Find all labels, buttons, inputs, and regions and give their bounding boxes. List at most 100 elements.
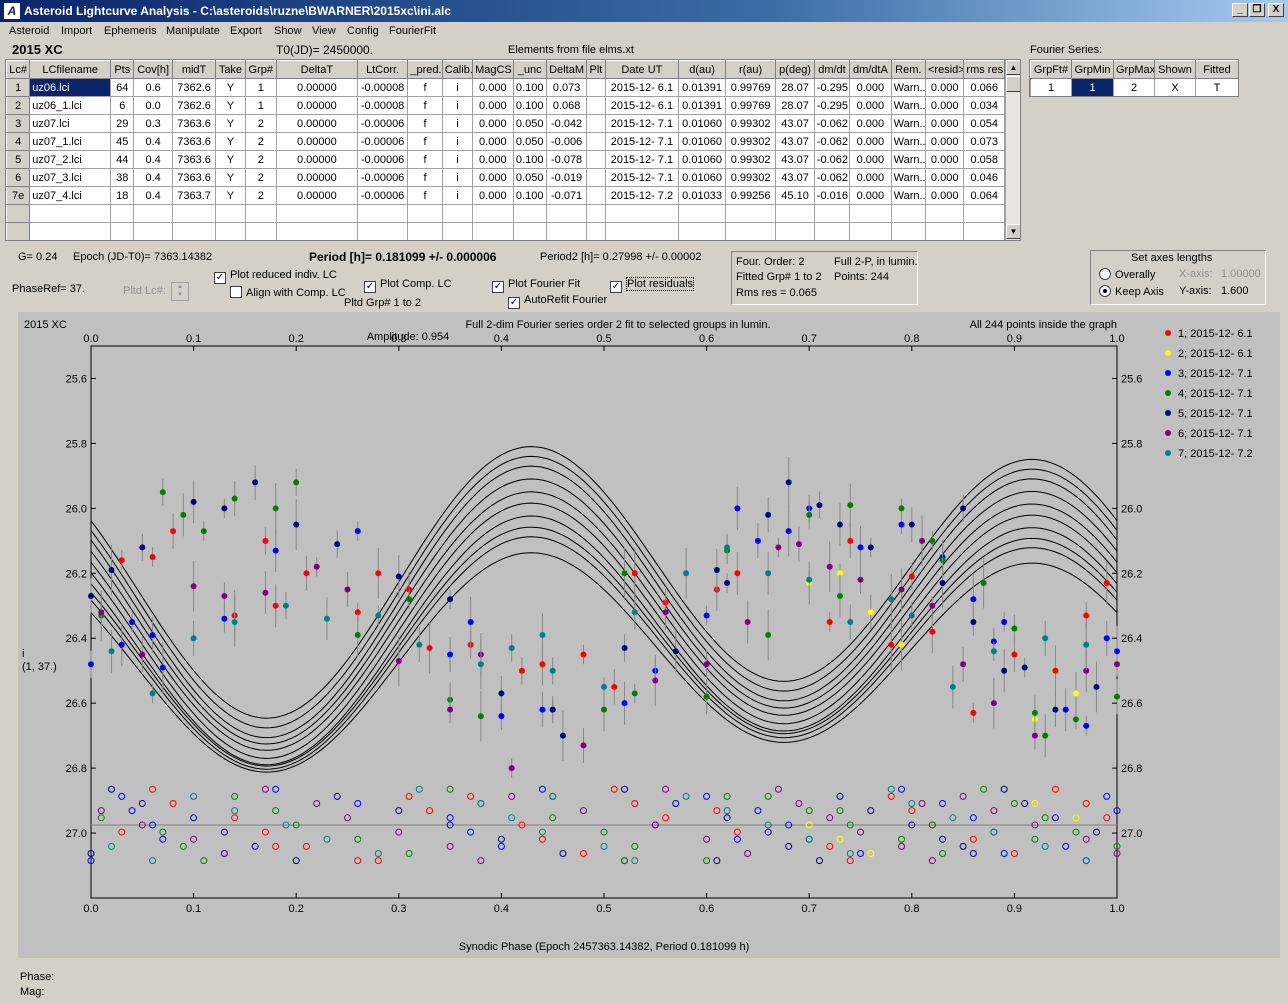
lc-cell[interactable] <box>215 222 246 240</box>
lc-cell[interactable]: 43.07 <box>775 132 815 151</box>
lc-cell[interactable] <box>29 222 112 240</box>
lc-cell[interactable]: 0.01060 <box>678 168 726 187</box>
lc-cell[interactable]: 64 <box>110 78 135 97</box>
lc-cell[interactable]: 0.100 <box>512 78 547 97</box>
menu-show[interactable]: Show <box>274 25 302 37</box>
lc-cell[interactable]: Warn.. <box>890 132 926 151</box>
fourier-cell[interactable]: X <box>1154 78 1196 96</box>
lc-cell[interactable]: 0.000 <box>472 114 514 133</box>
lc-col-header[interactable]: Plt <box>586 60 606 79</box>
lc-cell[interactable]: 7363.6 <box>171 168 217 187</box>
lc-cell[interactable]: Warn.. <box>890 114 926 133</box>
lc-cell[interactable]: 0.99302 <box>724 150 777 169</box>
lc-col-header[interactable]: dm/dt <box>813 60 851 79</box>
lc-cell[interactable] <box>586 132 606 151</box>
lc-cell[interactable]: i <box>441 78 474 97</box>
lc-cell[interactable]: 18 <box>110 186 135 205</box>
plot-comp-checkbox[interactable]: ✓ Plot Comp. LC <box>364 278 452 293</box>
lc-cell[interactable] <box>133 204 173 223</box>
menu-manipulate[interactable]: Manipulate <box>166 25 220 37</box>
lc-cell[interactable]: -0.062 <box>813 132 851 151</box>
lc-row-header[interactable]: 1 <box>6 78 31 97</box>
lc-cell[interactable]: 2015-12- 7.1 <box>604 150 680 169</box>
lc-cell[interactable]: 0.99302 <box>724 168 777 187</box>
lc-cell[interactable]: 0.01033 <box>678 186 726 205</box>
lc-col-header[interactable]: Cov[h] <box>133 60 173 79</box>
lc-cell[interactable] <box>586 222 606 240</box>
lc-cell[interactable] <box>604 222 680 240</box>
lc-cell[interactable]: Y <box>215 132 246 151</box>
lc-cell[interactable]: 43.07 <box>775 150 815 169</box>
lc-cell[interactable]: -0.062 <box>813 114 851 133</box>
lc-cell[interactable]: 0.000 <box>849 168 892 187</box>
lc-cell[interactable]: 0.01060 <box>678 150 726 169</box>
lc-cell[interactable]: 0.99256 <box>724 186 777 205</box>
lc-cell[interactable]: 0.000 <box>849 78 892 97</box>
lc-cell[interactable]: 7362.6 <box>171 96 217 115</box>
lc-cell[interactable]: 0.00000 <box>275 186 358 205</box>
lc-cell[interactable]: 0.000 <box>472 132 514 151</box>
lc-cell[interactable] <box>924 222 965 240</box>
lc-table-scrollbar[interactable]: ▲ ▼ <box>1005 60 1020 240</box>
fourier-col-header[interactable]: GrpMin <box>1071 60 1114 79</box>
lc-table-row[interactable]: 5 uz07_2.lci 44 0.4 7363.6 Y 2 0.00000 -0.00006 f… <box>6 150 1005 169</box>
lc-cell[interactable] <box>171 204 217 223</box>
lc-row-header[interactable]: 2 <box>6 96 31 115</box>
restore-button[interactable]: ❐ <box>1249 3 1265 17</box>
lc-cell[interactable]: Y <box>215 150 246 169</box>
lc-col-header[interactable]: Pts <box>110 60 135 79</box>
lc-col-header[interactable]: DeltaT <box>275 60 358 79</box>
lc-cell[interactable] <box>6 222 31 240</box>
lc-col-header[interactable]: LtCorr. <box>356 60 409 79</box>
fourier-col-header[interactable]: GrpFt# <box>1030 60 1072 79</box>
lc-cell[interactable]: i <box>441 168 474 187</box>
lc-row-header[interactable]: 4 <box>6 132 31 151</box>
lc-cell[interactable]: 0.073 <box>545 78 588 97</box>
lc-cell[interactable]: -0.078 <box>545 150 588 169</box>
lc-cell[interactable]: f <box>407 168 443 187</box>
lc-cell[interactable]: 43.07 <box>775 168 815 187</box>
lc-cell[interactable]: -0.019 <box>545 168 588 187</box>
menu-export[interactable]: Export <box>230 25 262 37</box>
lc-cell[interactable]: i <box>441 132 474 151</box>
lc-cell[interactable]: 0.000 <box>472 168 514 187</box>
lc-cell[interactable]: 0.000 <box>924 168 965 187</box>
lc-cell[interactable]: 45.10 <box>775 186 815 205</box>
lc-cell[interactable]: uz07_1.lci <box>29 132 112 151</box>
lc-col-header[interactable]: rms res <box>963 60 1005 79</box>
lc-cell[interactable]: 0.00000 <box>275 96 358 115</box>
lc-cell[interactable] <box>244 222 277 240</box>
yaxis-value[interactable]: 1.600 <box>1221 285 1249 297</box>
lc-col-header[interactable]: d(au) <box>678 60 726 79</box>
lc-cell[interactable] <box>545 222 588 240</box>
lc-cell[interactable]: -0.295 <box>813 78 851 97</box>
lc-cell[interactable] <box>813 222 851 240</box>
lc-cell[interactable] <box>407 204 443 223</box>
lc-cell[interactable]: uz07_4.lci <box>29 186 112 205</box>
lc-cell[interactable]: 0.064 <box>963 186 1005 205</box>
lc-cell[interactable]: 0.054 <box>963 114 1005 133</box>
lc-cell[interactable]: 0.000 <box>849 96 892 115</box>
lc-cell[interactable] <box>678 222 726 240</box>
lc-cell[interactable]: i <box>441 186 474 205</box>
lc-cell[interactable] <box>813 204 851 223</box>
lc-col-header[interactable]: Date UT <box>604 60 680 79</box>
lc-cell[interactable]: 28.07 <box>775 96 815 115</box>
lc-table-row[interactable]: 6 uz07_3.lci 38 0.4 7363.6 Y 2 0.00000 -0.00006 f… <box>6 168 1005 187</box>
lc-cell[interactable]: f <box>407 150 443 169</box>
lc-cell[interactable]: 2015-12- 6.1 <box>604 96 680 115</box>
overally-radio[interactable]: Overally <box>1099 268 1155 281</box>
lc-cell[interactable]: 7363.6 <box>171 132 217 151</box>
lc-cell[interactable] <box>171 222 217 240</box>
fourier-table[interactable]: GrpFt# GrpMin GrpMax Shown Fitted 112XT <box>1030 60 1238 96</box>
lc-col-header[interactable]: _pred. <box>407 60 443 79</box>
lc-col-header[interactable]: r(au) <box>724 60 777 79</box>
lc-col-header[interactable]: LCfilename <box>29 60 112 79</box>
lc-col-header[interactable]: Lc# <box>6 60 31 79</box>
lc-cell[interactable]: 0.000 <box>849 114 892 133</box>
lc-cell[interactable]: 43.07 <box>775 114 815 133</box>
lc-cell[interactable]: uz06_1.lci <box>29 96 112 115</box>
lc-cell[interactable]: 0.000 <box>924 132 965 151</box>
lc-row-header[interactable]: 3 <box>6 114 31 133</box>
lc-cell[interactable]: 0.050 <box>512 168 547 187</box>
